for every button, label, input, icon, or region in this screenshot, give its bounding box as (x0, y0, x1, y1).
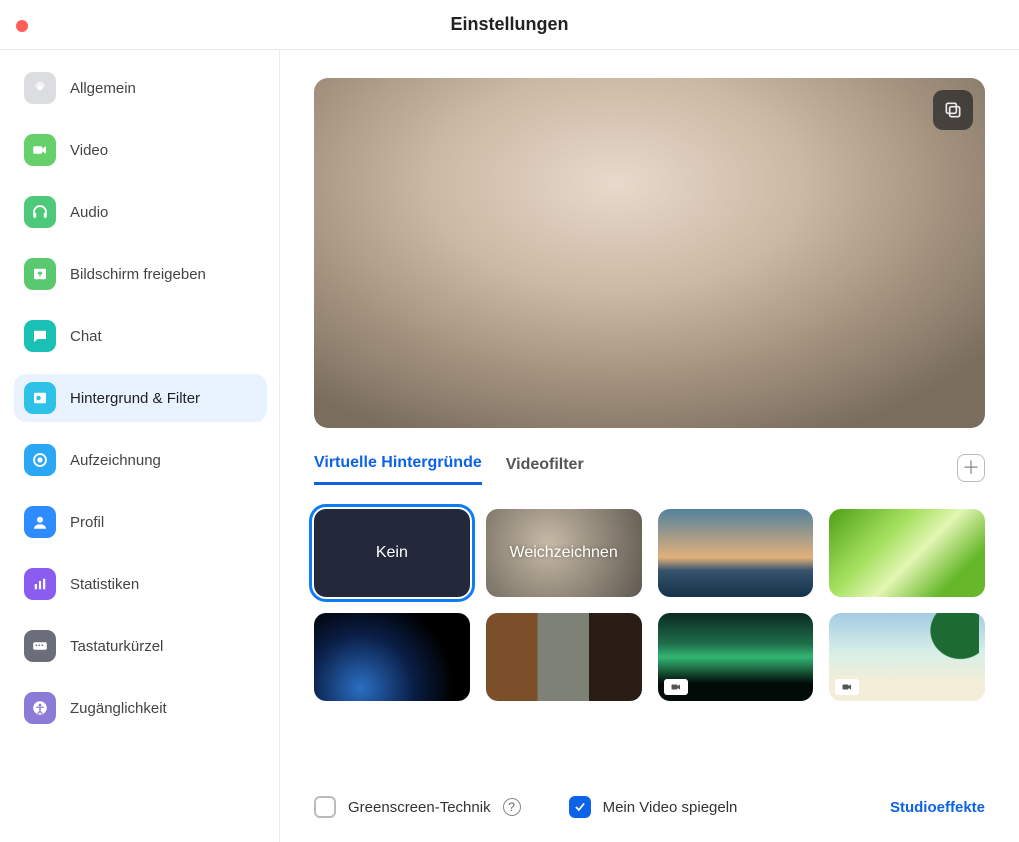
sidebar-item-general[interactable]: Allgemein (14, 64, 267, 112)
rotate-preview-button[interactable] (933, 90, 973, 130)
sidebar-item-audio[interactable]: Audio (14, 188, 267, 236)
accessibility-icon (24, 692, 56, 724)
thumb-label: Weichzeichnen (510, 544, 618, 562)
sidebar-item-profile[interactable]: Profil (14, 498, 267, 546)
video-badge-icon (835, 679, 859, 695)
plus-icon: ＋ (962, 459, 980, 477)
sidebar-item-accessibility[interactable]: Zugänglichkeit (14, 684, 267, 732)
background-option-aurora[interactable] (658, 613, 814, 701)
sidebar-item-recording[interactable]: Aufzeichnung (14, 436, 267, 484)
sidebar-item-label: Audio (70, 204, 108, 221)
background-option-earth[interactable] (314, 613, 470, 701)
headphones-icon (24, 196, 56, 228)
studio-effects-link[interactable]: Studioeffekte (890, 799, 985, 816)
main-panel: Virtuelle Hintergründe Videofilter ＋ Kei… (280, 50, 1019, 842)
video-camera-icon (24, 134, 56, 166)
sidebar-item-label: Video (70, 142, 108, 159)
background-option-beach[interactable] (829, 613, 985, 701)
sidebar-item-keyboard-shortcuts[interactable]: Tastaturkürzel (14, 622, 267, 670)
greenscreen-checkbox[interactable] (314, 796, 336, 818)
bar-chart-icon (24, 568, 56, 600)
sidebar-item-label: Allgemein (70, 80, 136, 97)
sidebar-item-label: Chat (70, 328, 102, 345)
sidebar: Allgemein Video Audio Bildschirm freigeb… (0, 50, 280, 842)
tabs-row: Virtuelle Hintergründe Videofilter ＋ (314, 450, 985, 485)
sidebar-item-label: Profil (70, 514, 104, 531)
tab-virtual-backgrounds[interactable]: Virtuelle Hintergründe (314, 450, 482, 485)
background-thumbnails: Kein Weichzeichnen (314, 509, 985, 701)
video-badge-icon (664, 679, 688, 695)
sidebar-item-chat[interactable]: Chat (14, 312, 267, 360)
mirror-video-checkbox[interactable] (569, 796, 591, 818)
background-filter-icon (24, 382, 56, 414)
sidebar-item-label: Statistiken (70, 576, 139, 593)
background-option-none[interactable]: Kein (314, 509, 470, 597)
background-option-grass[interactable] (829, 509, 985, 597)
window-title: Einstellungen (0, 14, 1019, 35)
tab-video-filter[interactable]: Videofilter (506, 452, 584, 484)
sidebar-item-label: Aufzeichnung (70, 452, 161, 469)
gear-icon (24, 72, 56, 104)
sidebar-item-label: Tastaturkürzel (70, 638, 163, 655)
sidebar-item-statistics[interactable]: Statistiken (14, 560, 267, 608)
options-footer: Greenscreen-Technik ? Mein Video spiegel… (314, 776, 985, 818)
greenscreen-label: Greenscreen-Technik (348, 799, 491, 816)
sidebar-item-video[interactable]: Video (14, 126, 267, 174)
thumb-label: Kein (376, 544, 408, 562)
sidebar-item-label: Bildschirm freigeben (70, 266, 206, 283)
sidebar-item-background-filter[interactable]: Hintergrund & Filter (14, 374, 267, 422)
keyboard-icon (24, 630, 56, 662)
window-controls[interactable] (16, 20, 28, 32)
record-icon (24, 444, 56, 476)
titlebar: Einstellungen (0, 0, 1019, 50)
chat-bubble-icon (24, 320, 56, 352)
share-screen-icon (24, 258, 56, 290)
mirror-video-label: Mein Video spiegeln (603, 799, 738, 816)
close-window-icon[interactable] (16, 20, 28, 32)
background-option-blur[interactable]: Weichzeichnen (486, 509, 642, 597)
sidebar-item-label: Zugänglichkeit (70, 700, 167, 717)
background-option-pets[interactable] (486, 613, 642, 701)
video-preview (314, 78, 985, 428)
sidebar-item-screen-share[interactable]: Bildschirm freigeben (14, 250, 267, 298)
sidebar-item-label: Hintergrund & Filter (70, 390, 200, 407)
greenscreen-help-icon[interactable]: ? (503, 798, 521, 816)
profile-icon (24, 506, 56, 538)
background-option-bridge[interactable] (658, 509, 814, 597)
add-background-button[interactable]: ＋ (957, 454, 985, 482)
check-icon (573, 800, 587, 814)
